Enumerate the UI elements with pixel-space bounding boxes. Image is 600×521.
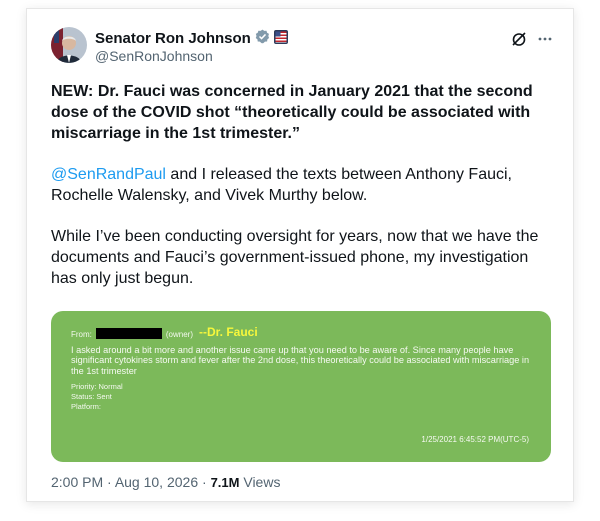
message-meta: Priority: Normal Status: Sent Platform: xyxy=(71,382,531,412)
separator: · xyxy=(198,474,211,490)
tweet-frame: Senator Ron Johnson @SenRonJohnson NEW: … xyxy=(26,8,574,502)
tweet-header: Senator Ron Johnson @SenRonJohnson xyxy=(51,27,555,71)
views-count: 7.1M xyxy=(210,475,240,490)
platform-text: Platform: xyxy=(71,402,102,412)
tweet: Senator Ron Johnson @SenRonJohnson NEW: … xyxy=(51,27,555,287)
more-icon[interactable] xyxy=(537,31,553,52)
tweet-body: NEW: Dr. Fauci was concerned in January … xyxy=(51,81,551,309)
message-timestamp: 1/25/2021 6:45:52 PM(UTC-5) xyxy=(421,435,529,444)
tweet-headline: NEW: Dr. Fauci was concerned in January … xyxy=(51,83,533,142)
views-label: Views xyxy=(239,474,281,490)
top-actions xyxy=(511,31,553,52)
tweet-paragraph-3: While I’ve been conducting oversight for… xyxy=(51,228,539,287)
redaction-bar xyxy=(95,328,162,339)
author-name-row: Senator Ron Johnson xyxy=(95,29,288,48)
avatar[interactable] xyxy=(51,27,87,63)
owner-label: (owner) xyxy=(165,330,194,339)
post-time[interactable]: 2:00 PM xyxy=(51,474,103,490)
separator: · xyxy=(103,474,115,490)
tweet-paragraph-2: @SenRandPaul and I released the texts be… xyxy=(51,164,551,206)
author-name[interactable]: Senator Ron Johnson xyxy=(95,30,251,47)
priority-text: Priority: Normal xyxy=(71,382,123,392)
grok-icon[interactable] xyxy=(511,31,527,52)
media-card[interactable]: From: (owner) --Dr. Fauci I asked around… xyxy=(51,311,551,462)
tweet-footer: 2:00 PM · Aug 10, 2026 · 7.1M Views xyxy=(51,474,280,490)
author-handle[interactable]: @SenRonJohnson xyxy=(95,48,213,64)
verified-badge-icon xyxy=(255,29,270,48)
us-flag-icon xyxy=(273,29,288,48)
sender-name: --Dr. Fauci xyxy=(199,325,258,339)
mention-link[interactable]: @SenRandPaul xyxy=(51,166,166,183)
from-row: From: (owner) --Dr. Fauci xyxy=(71,325,531,339)
from-label: From: xyxy=(71,330,92,339)
message-content: From: (owner) --Dr. Fauci I asked around… xyxy=(71,325,531,412)
status-text: Status: Sent xyxy=(71,392,112,402)
message-text: I asked around a bit more and another is… xyxy=(71,345,530,376)
post-date[interactable]: Aug 10, 2026 xyxy=(115,474,198,490)
